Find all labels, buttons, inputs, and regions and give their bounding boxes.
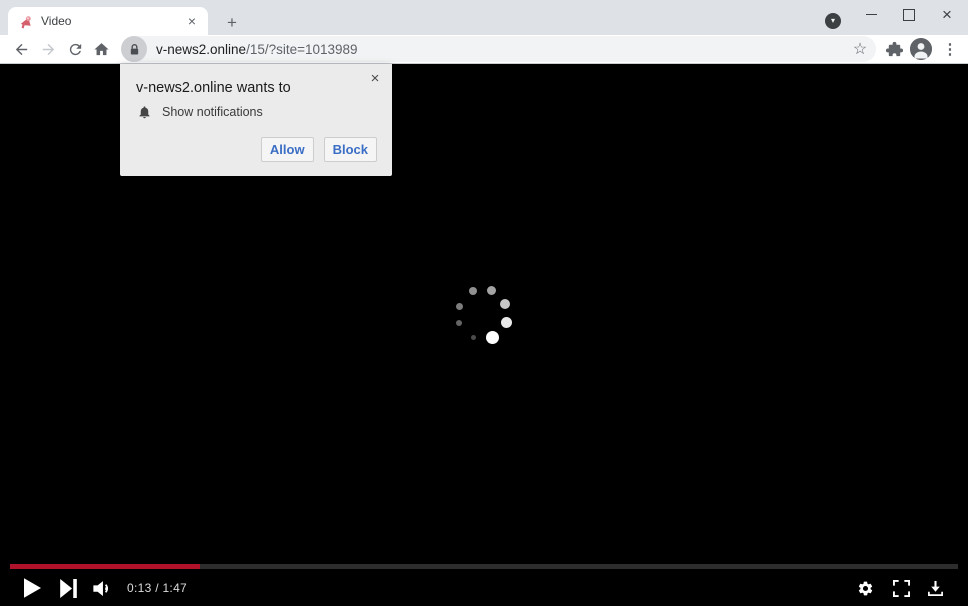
bell-icon [139,106,150,119]
forward-button[interactable] [38,39,58,59]
url-domain: v-news2.online [156,41,247,57]
permission-label: Show notifications [162,105,263,119]
allow-button[interactable]: Allow [260,137,314,162]
back-arrow-icon [15,43,27,55]
tab-strip: Video × + ▾ × [0,0,968,35]
browser-toolbar: v-news2.online/15/?site=1013989 ☆ ⋮ [0,35,968,64]
spinner-dot [456,320,462,326]
tab-close-icon[interactable]: × [184,13,200,29]
volume-icon [93,580,108,596]
video-time-display: 0:13 / 1:47 [127,581,188,595]
next-button[interactable] [57,576,79,600]
new-tab-button[interactable]: + [222,12,242,32]
permission-row: Show notifications [137,104,263,120]
download-button[interactable] [923,576,947,600]
tab-search-button[interactable]: ▾ [825,13,841,29]
skip-next-icon [59,578,77,598]
minimize-icon [865,14,877,15]
home-button[interactable] [91,39,111,59]
window-minimize-button[interactable] [852,0,890,29]
profile-avatar[interactable] [910,38,932,60]
lock-icon [130,43,138,55]
browser-window: Video × + ▾ × v-news2.online/15/?site=10… [0,0,968,606]
person-icon [910,38,932,60]
video-player-area[interactable]: 0:13 / 1:47 × v-news2.online wants to Sh… [0,64,968,606]
browser-menu-button[interactable]: ⋮ [940,38,960,60]
address-bar[interactable]: v-news2.online/15/?site=1013989 ☆ [121,36,876,62]
bookmark-star-icon[interactable]: ☆ [848,37,872,61]
site-favicon-icon [20,15,31,29]
forward-arrow-icon [42,43,54,55]
tab-title: Video [41,14,72,28]
spinner-dot [486,285,496,295]
reload-button[interactable] [65,39,85,59]
volume-button[interactable] [91,576,117,600]
block-button[interactable]: Block [323,137,377,162]
notification-permission-dialog: × v-news2.online wants to Show notificat… [120,64,392,176]
spinner-dot [500,299,510,309]
dialog-title: v-news2.online wants to [136,80,291,96]
window-close-button[interactable]: × [928,0,966,29]
extensions-button[interactable] [885,40,905,60]
play-button[interactable] [21,576,43,600]
home-icon [93,42,109,55]
url-path: /15/?site=1013989 [246,41,358,57]
url-text: v-news2.online/15/?site=1013989 [156,42,848,57]
play-icon [23,578,41,598]
close-icon: × [942,5,952,24]
video-progress-fill [10,564,200,569]
gear-icon [858,581,872,595]
dialog-close-icon[interactable]: × [367,70,383,86]
spinner-dot [455,302,463,310]
site-security-button[interactable] [121,36,147,62]
back-button[interactable] [11,39,31,59]
spinner-dot [469,287,477,295]
reload-icon [69,43,81,55]
download-icon [927,580,943,596]
maximize-icon [903,8,915,21]
window-maximize-button[interactable] [890,0,928,29]
caret-down-icon: ▾ [830,16,835,25]
spinner-dot [485,330,499,344]
tab-video[interactable]: Video × [8,7,208,35]
spinner-dot [470,334,476,340]
fullscreen-button[interactable] [889,576,913,600]
spinner-dot [500,316,512,328]
dialog-buttons: Allow Block [260,137,377,162]
video-progress-bar[interactable] [10,564,958,569]
fullscreen-icon [892,579,910,597]
settings-button[interactable] [853,576,877,600]
puzzle-icon [885,41,904,57]
